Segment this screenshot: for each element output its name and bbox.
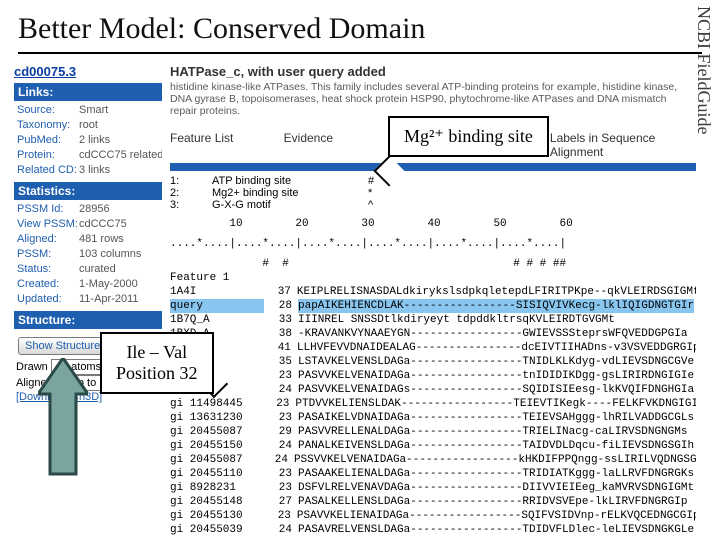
alignment-row: gi 2045514827PASALKELLENSLDAGa----------… xyxy=(170,495,696,509)
alignment-block: Feature 11A4I37KEIPLRELISNASDALdkiryksls… xyxy=(170,271,696,537)
stat-aligned-v: 481 rows xyxy=(79,233,124,245)
alignment-row: 1B7Q_A33IIINREL SNSSDtlkdiryeyt tdpddklt… xyxy=(170,313,696,327)
alignment-row: query28papAIKEHIENCDLAK-----------------… xyxy=(170,299,696,313)
links-related-k: Related CD: xyxy=(17,163,79,178)
feature-row: 1:ATP binding site# xyxy=(170,175,696,187)
links-taxonomy-v[interactable]: root xyxy=(79,119,98,131)
alignment-ruler-symbols: # # # # # ## xyxy=(170,257,696,271)
alignment-row: gi 2045511023PASAAKELIENALDAGa----------… xyxy=(170,467,696,481)
section-statistics: Statistics: xyxy=(14,182,162,200)
up-arrow-icon xyxy=(38,358,88,478)
stat-pssmid-v: 28956 xyxy=(79,203,110,215)
stat-view-k: View PSSM: xyxy=(17,217,79,232)
callout-residue-change: Ile – Val Position 32 xyxy=(100,332,214,394)
alignment-ruler-ticks: ....*....|....*....|....*....|....*....|… xyxy=(170,237,696,251)
show-structure-button[interactable]: Show Structure xyxy=(18,337,107,355)
alignment-row: 1EI1_A41LLHVFEVVDNAIDEALAG--------------… xyxy=(170,341,696,355)
links-source-v[interactable]: Smart xyxy=(79,104,108,116)
links-related-v[interactable]: 3 links xyxy=(79,164,110,176)
brand-vertical: NCBI FieldGuide xyxy=(693,6,714,135)
feature-header-evidence: Evidence xyxy=(284,131,391,159)
feature-header-labels: Labels in Sequence Alignment xyxy=(550,131,696,159)
alignment-row: gi 2045513023PSAVVKELIENAIDAGa----------… xyxy=(170,509,696,523)
links-protein-k: Protein: xyxy=(17,148,79,163)
stat-created-v: 1-May-2000 xyxy=(79,278,138,290)
stats-list: PSSM Id:28956 View PSSM:cdCCC75 Aligned:… xyxy=(14,202,162,307)
stat-updated-k: Updated: xyxy=(17,292,79,307)
alignment-row: 1A4I37KEIPLRELISNASDALdkirykslsdpkqletep… xyxy=(170,285,696,299)
links-protein-v[interactable]: cdCCC75 related architectures representa… xyxy=(79,149,162,161)
stat-created-k: Created: xyxy=(17,277,79,292)
alignment-row: 1H75_A35LSTAVKELVENSLDAGa---------------… xyxy=(170,355,696,369)
content-area: cd00075.3 Links: Source:Smart Taxonomy:r… xyxy=(14,64,696,532)
links-list: Source:Smart Taxonomy:root PubMed:2 link… xyxy=(14,103,162,178)
alignment-row: gi 2045508729PASVVRELLENALDAGa----------… xyxy=(170,425,696,439)
alignment-row: Feature 1 xyxy=(170,271,696,285)
links-taxonomy-k: Taxonomy: xyxy=(17,118,79,133)
links-pubmed-v[interactable]: 2 links xyxy=(79,134,110,146)
cd-id-link[interactable]: cd00075.3 xyxy=(14,64,162,79)
domain-title: HATPase_c, with user query added xyxy=(170,64,696,79)
alignment-row: 1JM5_A23PASVVKELVENAIDAGa---------------… xyxy=(170,369,696,383)
alignment-row: 1L8O_A24PASVVKELVENAIDAGs---------------… xyxy=(170,383,696,397)
alignment-ruler-nums: 10 20 30 40 50 60 xyxy=(170,217,696,231)
slide-title: Better Model: Conserved Domain xyxy=(0,0,720,50)
feature-list: 1:ATP binding site#2:Mg2+ binding site*3… xyxy=(170,175,696,211)
alignment-row: gi 2045503924PASAVRELVENSLDAGa----------… xyxy=(170,523,696,537)
stat-pssm-v: 103 columns xyxy=(79,248,141,260)
callout-mg-binding: Mg²⁺ binding site xyxy=(388,116,549,157)
stat-pssm-k: PSSM: xyxy=(17,247,79,262)
section-structure: Structure: xyxy=(14,311,162,329)
stat-aligned-k: Aligned: xyxy=(17,232,79,247)
alignment-row: gi 892823123DSFVLRELVENAVDAGa-----------… xyxy=(170,481,696,495)
feature-row: 2:Mg2+ binding site* xyxy=(170,187,696,199)
title-divider xyxy=(18,52,702,54)
alignment-row: 1BXD_A38-KRAVANKVYNAAEYGN---------------… xyxy=(170,327,696,341)
links-pubmed-k: PubMed: xyxy=(17,133,79,148)
alignment-row: gi 1149844523PTDVVKELIENSLDAK-----------… xyxy=(170,397,696,411)
feature-row: 3:G-X-G motif^ xyxy=(170,199,696,211)
domain-description: histidine kinase-like ATPases. This fami… xyxy=(170,81,696,117)
alignment-row: gi 1363123023PASAIKELVDNAIDAGa----------… xyxy=(170,411,696,425)
stat-view-v[interactable]: cdCCC75 xyxy=(79,218,127,230)
stat-updated-v: 11-Apr-2011 xyxy=(79,293,139,305)
stat-status-k: Status: xyxy=(17,262,79,277)
alignment-row: gi 2045515024PANALKEIVENSLDAGa----------… xyxy=(170,439,696,453)
stat-status-v: curated xyxy=(79,263,116,275)
section-links: Links: xyxy=(14,83,162,101)
feature-blue-bar xyxy=(170,163,696,171)
links-source-k: Source: xyxy=(17,103,79,118)
stat-pssmid-k: PSSM Id: xyxy=(17,202,79,217)
alignment-row: gi 2045508724PSSVVKELVENAIDAGa----------… xyxy=(170,453,696,467)
